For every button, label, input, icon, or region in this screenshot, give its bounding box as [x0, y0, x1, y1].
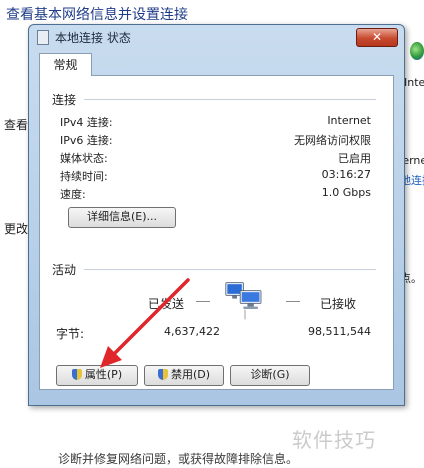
ipv4-value: Internet	[327, 114, 371, 127]
disable-button[interactable]: 禁用(D)	[144, 365, 224, 386]
network-icon	[37, 30, 49, 45]
bytes-sent-value: 4,637,422	[164, 325, 220, 338]
duration-value: 03:16:27	[321, 168, 371, 181]
activity-section-label: 活动	[52, 263, 77, 277]
ipv4-label: IPv4 连接:	[60, 116, 113, 129]
bytes-label: 字节:	[56, 327, 85, 341]
disable-button-label: 禁用(D)	[170, 368, 211, 381]
section-divider	[84, 99, 376, 100]
duration-label: 持续时间:	[60, 170, 108, 183]
page-title: 查看基本网络信息并设置连接	[6, 7, 188, 23]
general-panel: 连接 IPv4 连接: Internet IPv6 连接: 无网络访问权限 媒体…	[39, 75, 394, 390]
bytes-received-value: 98,511,544	[308, 325, 371, 338]
details-button[interactable]: 详细信息(E)...	[68, 207, 176, 228]
section-divider	[84, 269, 376, 270]
right-panel	[404, 0, 424, 468]
bg-left-label-view: 查看	[4, 118, 29, 132]
connection-section-label: 连接	[52, 93, 77, 107]
close-button[interactable]: ✕	[356, 28, 398, 47]
network-activity-icon	[225, 282, 262, 320]
media-state-label: 媒体状态:	[60, 152, 108, 165]
bg-right-label-1: Inte	[404, 76, 424, 89]
watermark-text: 软件技巧	[292, 428, 376, 452]
globe-icon	[410, 42, 424, 60]
media-state-value: 已启用	[338, 152, 371, 165]
shield-icon	[157, 369, 168, 380]
bg-left-label-change: 更改	[4, 222, 29, 236]
dialog-titlebar[interactable]: 本地连接 状态 ✕	[29, 25, 404, 49]
troubleshoot-text[interactable]: 诊断并修复网络问题，或获得故障排除信息。	[58, 450, 298, 467]
received-label: 已接收	[320, 297, 357, 311]
received-line	[286, 301, 300, 302]
tab-general[interactable]: 常规	[39, 53, 92, 76]
diagnose-button[interactable]: 诊断(G)	[230, 365, 310, 386]
dialog-title: 本地连接 状态	[55, 31, 131, 45]
status-dialog: 本地连接 状态 ✕ 常规 连接 IPv4 连接: Internet IPv6 连…	[28, 24, 405, 406]
ipv6-label: IPv6 连接:	[60, 134, 113, 147]
ipv6-value: 无网络访问权限	[294, 134, 371, 147]
sent-line	[196, 301, 210, 302]
speed-label: 速度:	[60, 188, 86, 201]
properties-button[interactable]: 属性(P)	[56, 365, 138, 386]
shield-icon	[71, 369, 82, 380]
properties-button-label: 属性(P)	[84, 368, 123, 381]
sent-label: 已发送	[148, 297, 185, 311]
speed-value: 1.0 Gbps	[321, 186, 371, 199]
